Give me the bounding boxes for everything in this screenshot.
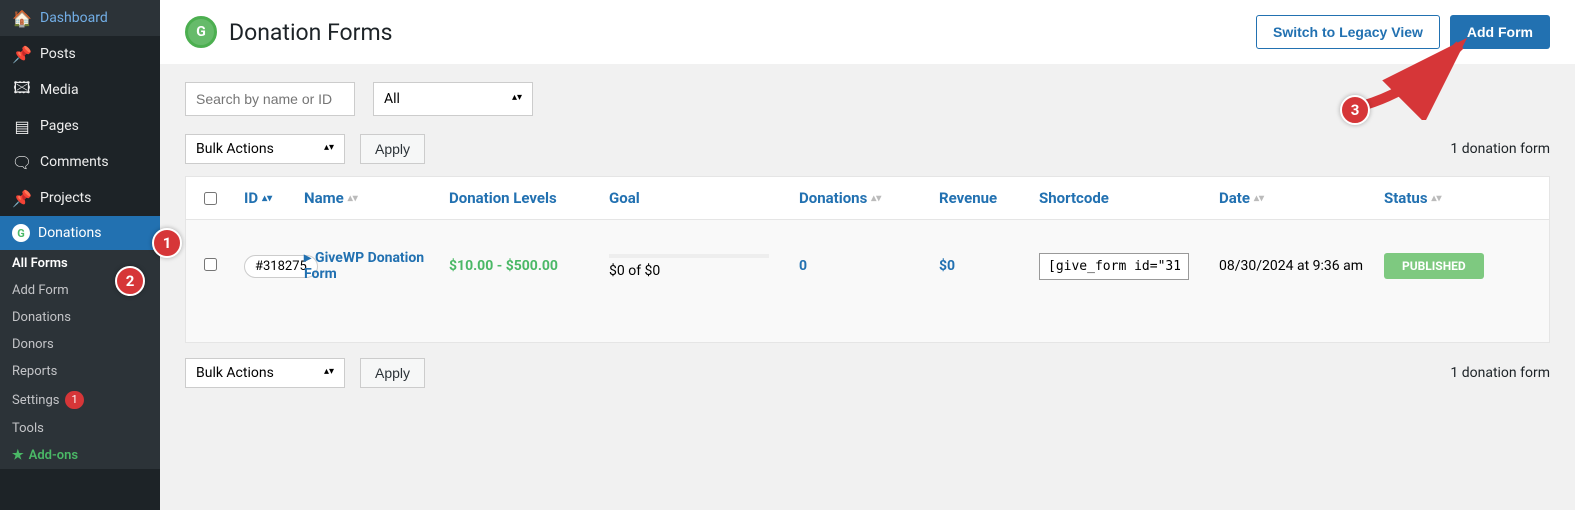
sidebar-item-label: Posts	[40, 46, 76, 62]
sidebar-sub-label: Add Form	[12, 283, 69, 298]
sidebar-item-label: Comments	[40, 154, 109, 170]
bulk-value: Bulk Actions	[196, 141, 274, 157]
media-icon: 🖾	[12, 80, 32, 100]
filter-value: All	[384, 91, 400, 107]
chevron-updown-icon: ▴▾	[512, 91, 522, 105]
sidebar-sub-donations[interactable]: Donations	[0, 304, 160, 331]
form-count: 1 donation form	[1450, 365, 1550, 381]
chevron-updown-icon: ▴▾	[324, 365, 334, 379]
column-revenue: Revenue	[929, 189, 1029, 207]
revenue-link[interactable]: $0	[939, 258, 955, 274]
sidebar-sub-label: All Forms	[12, 256, 68, 271]
donations-count-link[interactable]: 0	[799, 258, 807, 274]
chevron-updown-icon: ▴▾	[324, 141, 334, 155]
th-label: Name	[304, 189, 344, 207]
sidebar-item-label: Pages	[40, 118, 79, 134]
th-label: Donation Levels	[449, 189, 557, 207]
sidebar-sub-label: Settings	[12, 393, 59, 408]
filter-select[interactable]: All ▴▾	[373, 82, 533, 116]
sort-icon: ▴▾	[1432, 193, 1442, 204]
gauge-icon: 🏠	[12, 8, 32, 28]
annotation-marker-3: 3	[1340, 95, 1370, 125]
sidebar-item-label: Media	[40, 82, 79, 98]
table-row: #318275 ▸GiveWP Donation Form $10.00 - $…	[186, 220, 1549, 342]
sidebar-item-comments[interactable]: 🗨 Comments	[0, 144, 160, 180]
bulk-actions-bottom: Bulk Actions ▴▾ Apply 1 donation form	[160, 343, 1575, 400]
form-count: 1 donation form	[1450, 141, 1550, 157]
shortcode-input[interactable]	[1039, 253, 1189, 280]
sidebar-sub-label: Add-ons	[29, 448, 78, 463]
sidebar-item-posts[interactable]: 📌 Posts	[0, 36, 160, 72]
annotation-marker-1: 1	[152, 228, 182, 258]
th-label: Status	[1384, 189, 1428, 207]
column-donations[interactable]: Donations ▴▾	[789, 189, 929, 207]
column-goal: Goal	[599, 189, 789, 207]
template-marker-icon: ▸	[304, 250, 311, 266]
th-label: Goal	[609, 189, 640, 207]
th-label: Revenue	[939, 189, 997, 207]
column-status[interactable]: Status ▴▾	[1374, 189, 1524, 207]
sidebar-sub-label: Tools	[12, 421, 44, 436]
give-icon: G	[12, 224, 30, 242]
th-label: Donations	[799, 189, 867, 207]
status-badge: PUBLISHED	[1384, 253, 1484, 279]
bulk-actions-top: Bulk Actions ▴▾ Apply 1 donation form	[160, 134, 1575, 176]
sidebar-sub-label: Donors	[12, 337, 54, 352]
admin-sidebar: 🏠 Dashboard 📌 Posts 🖾 Media ▤ Pages 🗨 Comment…	[0, 0, 160, 510]
pages-icon: ▤	[12, 116, 32, 136]
th-label: Shortcode	[1039, 189, 1109, 207]
select-all-checkbox[interactable]	[204, 192, 217, 205]
bulk-action-select[interactable]: Bulk Actions ▴▾	[185, 134, 345, 164]
notification-badge: 1	[65, 391, 83, 409]
sidebar-sub-donors[interactable]: Donors	[0, 331, 160, 358]
th-label: ID	[244, 189, 258, 207]
column-date[interactable]: Date ▴▾	[1209, 189, 1374, 207]
th-label: Date	[1219, 189, 1250, 207]
sidebar-sub-tools[interactable]: Tools	[0, 415, 160, 442]
sidebar-item-dashboard[interactable]: 🏠 Dashboard	[0, 0, 160, 36]
search-input[interactable]	[185, 82, 355, 116]
bulk-value: Bulk Actions	[196, 365, 274, 381]
goal-progress-bar	[609, 254, 769, 258]
sidebar-sub-addons[interactable]: Add-ons	[0, 442, 160, 469]
sidebar-sub-label: Donations	[12, 310, 71, 325]
table-header-row: ID ▴▾ Name ▴▾ Donation Levels Goal Donatio…	[186, 177, 1549, 220]
page-title: Donation Forms	[229, 19, 1256, 46]
sort-icon: ▴▾	[348, 193, 358, 204]
column-id[interactable]: ID ▴▾	[234, 189, 294, 207]
pin-icon: 📌	[12, 188, 32, 208]
sidebar-item-media[interactable]: 🖾 Media	[0, 72, 160, 108]
forms-table: ID ▴▾ Name ▴▾ Donation Levels Goal Donatio…	[185, 176, 1550, 343]
date-text: 08/30/2024 at 9:36 am	[1219, 258, 1363, 274]
give-logo-icon: G	[185, 16, 217, 48]
sidebar-item-label: Dashboard	[40, 10, 108, 26]
sidebar-item-pages[interactable]: ▤ Pages	[0, 108, 160, 144]
sidebar-sub-reports[interactable]: Reports	[0, 358, 160, 385]
apply-button[interactable]: Apply	[360, 358, 425, 388]
comment-icon: 🗨	[12, 152, 32, 172]
goal-text: $0 of $0	[609, 263, 660, 279]
sort-icon: ▴▾	[1254, 193, 1264, 204]
sort-down-icon: ▴▾	[262, 193, 272, 204]
sidebar-sub-label: Reports	[12, 364, 57, 379]
bulk-action-select[interactable]: Bulk Actions ▴▾	[185, 358, 345, 388]
sidebar-item-label: Projects	[40, 190, 91, 206]
donation-levels-text: $10.00 - $500.00	[449, 258, 558, 274]
row-checkbox[interactable]	[204, 258, 217, 271]
column-levels: Donation Levels	[439, 189, 599, 207]
apply-button[interactable]: Apply	[360, 134, 425, 164]
column-name[interactable]: Name ▴▾	[294, 189, 439, 207]
annotation-arrow-icon	[1355, 30, 1485, 120]
sort-icon: ▴▾	[871, 193, 881, 204]
sidebar-item-donations[interactable]: G Donations	[0, 216, 160, 250]
annotation-marker-2: 2	[115, 266, 145, 296]
form-name-link[interactable]: GiveWP Donation Form	[304, 250, 424, 282]
sidebar-sub-settings[interactable]: Settings 1	[0, 385, 160, 415]
sidebar-item-label: Donations	[38, 225, 101, 241]
sidebar-item-projects[interactable]: 📌 Projects	[0, 180, 160, 216]
column-shortcode: Shortcode	[1029, 189, 1209, 207]
pin-icon: 📌	[12, 44, 32, 64]
